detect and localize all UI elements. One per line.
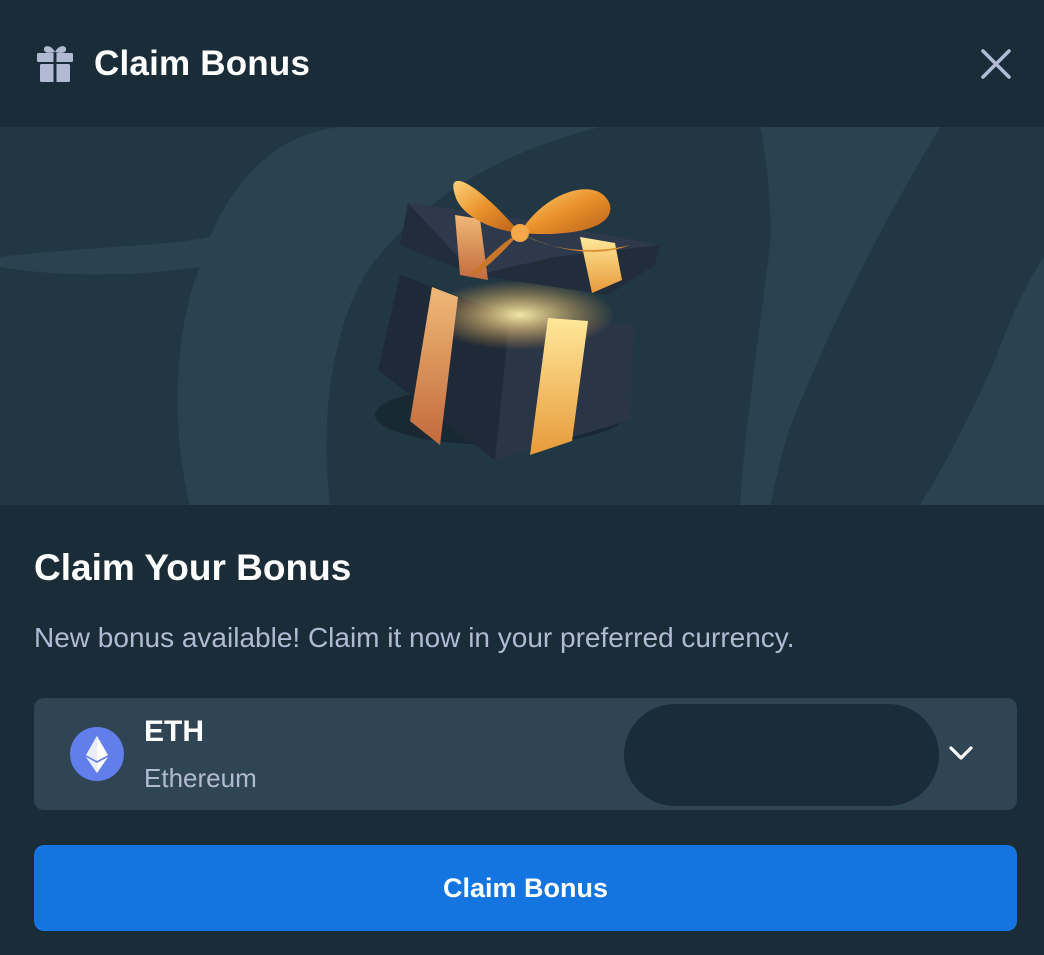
bonus-description: New bonus available! Claim it now in you…	[34, 622, 795, 653]
bonus-heading: Claim Your Bonus	[34, 547, 352, 588]
currency-name: Ethereum	[144, 763, 257, 793]
bonus-banner	[0, 127, 1044, 505]
claim-bonus-modal: Claim Bonus Claim Your Bonus New bonus a…	[0, 0, 1044, 955]
modal-title: Claim Bonus	[94, 44, 311, 83]
chevron-down-icon[interactable]	[946, 738, 976, 768]
currency-select[interactable]: ETH Ethereum	[34, 698, 1017, 810]
close-icon[interactable]	[972, 40, 1020, 88]
redacted-balance	[624, 704, 939, 806]
gift-icon	[34, 42, 76, 84]
currency-code: ETH	[144, 715, 204, 748]
claim-bonus-button[interactable]: Claim Bonus	[34, 845, 1017, 931]
modal-header: Claim Bonus	[0, 0, 1044, 127]
gift-box-illustration	[375, 180, 660, 460]
ethereum-icon	[70, 727, 124, 781]
